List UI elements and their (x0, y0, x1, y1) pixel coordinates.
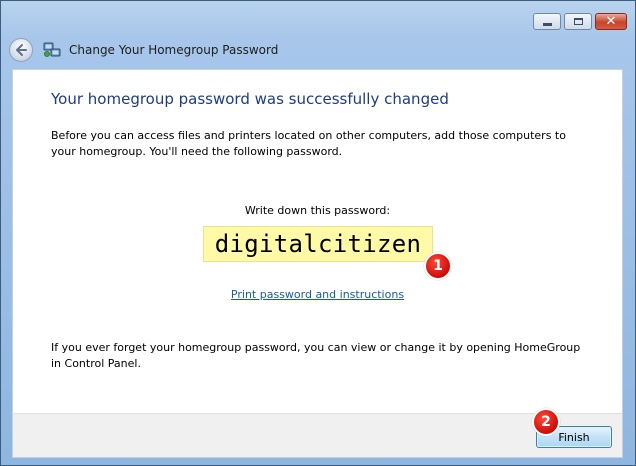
close-icon: ✕ (605, 14, 617, 29)
maximize-icon (573, 18, 583, 25)
page-heading: Your homegroup password was successfully… (51, 90, 449, 108)
password-label: Write down this password: (244, 204, 391, 217)
minimize-button[interactable] (533, 13, 561, 30)
title-bar[interactable]: ✕ (1, 1, 635, 31)
back-arrow-icon (16, 44, 27, 56)
annotation-marker-1: 1 (424, 252, 452, 280)
annotation-marker-2: 2 (532, 408, 560, 436)
minimize-icon (542, 22, 552, 26)
navigation-row: Change Your Homegroup Password (9, 35, 627, 65)
maximize-button[interactable] (564, 13, 592, 30)
content-pane: Your homegroup password was successfully… (12, 69, 623, 413)
homegroup-icon (43, 42, 61, 57)
caption-buttons: ✕ (530, 13, 627, 30)
print-password-link[interactable]: Print password and instructions (13, 288, 622, 301)
instructions-text: Before you can access files and printers… (51, 129, 566, 158)
back-button[interactable] (9, 38, 33, 62)
forget-password-text: If you ever forget your homegroup passwo… (51, 341, 581, 370)
password-display: digitalcitizen (203, 226, 433, 262)
close-button[interactable]: ✕ (595, 13, 627, 30)
dialog-window: ✕ Change Your Homegroup Password Your ho… (0, 0, 636, 466)
window-title: Change Your Homegroup Password (69, 43, 279, 57)
